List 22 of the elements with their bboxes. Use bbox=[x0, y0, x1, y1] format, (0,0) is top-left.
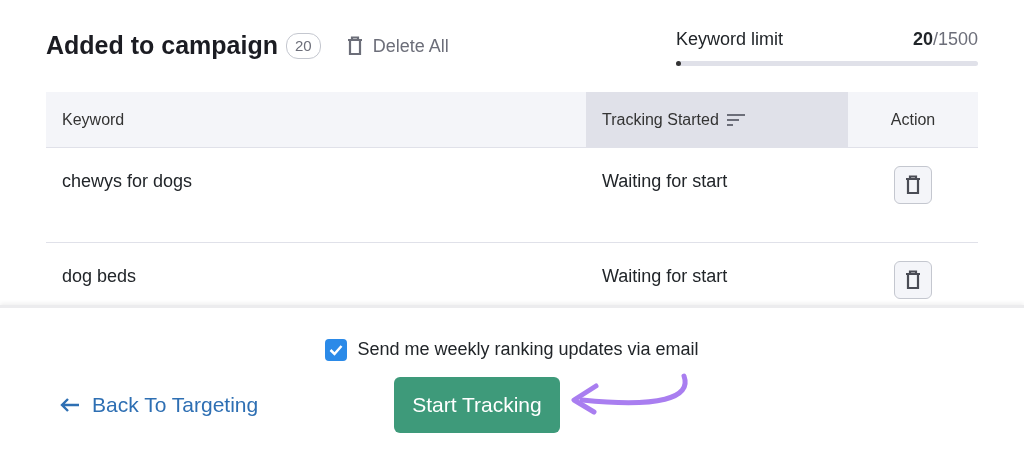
keyword-limit-count: 20/1500 bbox=[912, 28, 978, 51]
count-badge: 20 bbox=[285, 32, 321, 60]
keyword-cell: chewys for dogs bbox=[62, 171, 193, 191]
delete-all-button[interactable]: Delete All bbox=[342, 28, 453, 64]
arrow-left-icon bbox=[60, 396, 80, 413]
trash-icon bbox=[346, 36, 363, 56]
delete-button[interactable] bbox=[894, 261, 932, 299]
checkbox-label: Send me weekly ranking updates via email bbox=[357, 338, 699, 361]
keyword-limit-label: Keyword limit bbox=[676, 28, 784, 51]
column-header[interactable]: Keyword bbox=[62, 107, 125, 132]
delete-button[interactable] bbox=[894, 166, 932, 204]
column-header[interactable]: Action bbox=[890, 107, 936, 132]
status-cell: Waiting for start bbox=[602, 171, 728, 191]
trash-icon bbox=[905, 175, 921, 195]
section-title: Added to campaign bbox=[46, 30, 278, 62]
sort-icon[interactable] bbox=[726, 112, 745, 127]
status-cell: Waiting for start bbox=[602, 266, 728, 286]
back-link[interactable]: Back To Targeting bbox=[60, 389, 259, 421]
trash-icon bbox=[905, 270, 921, 290]
keyword-cell: dog beds bbox=[62, 266, 137, 286]
check-icon bbox=[329, 343, 344, 356]
checkbox[interactable] bbox=[325, 338, 348, 361]
